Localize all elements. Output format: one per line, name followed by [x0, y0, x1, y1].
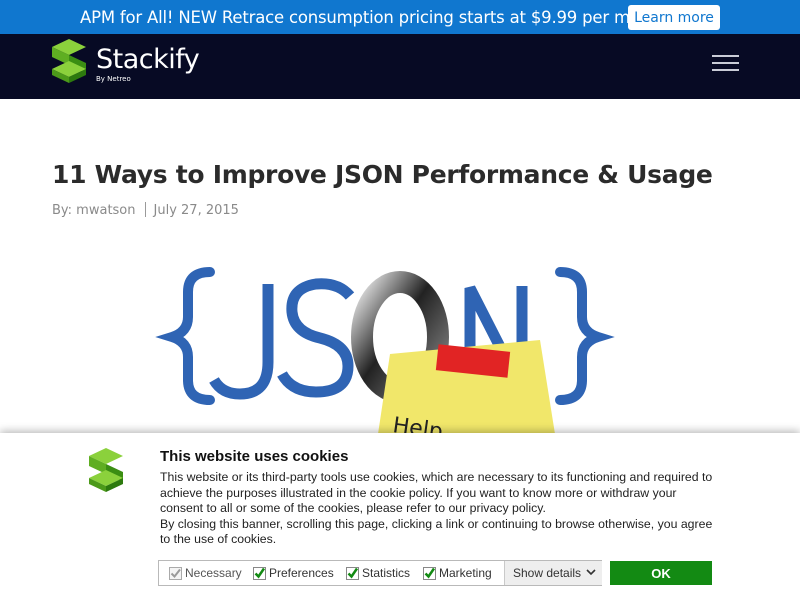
- checkbox-checked-icon: [346, 566, 359, 580]
- learn-more-button[interactable]: Learn more: [628, 5, 720, 30]
- article-title: 11 Ways to Improve JSON Performance & Us…: [52, 160, 713, 189]
- brand-name[interactable]: Stackify: [96, 44, 200, 75]
- sticky-note-icon: Help: [378, 340, 555, 434]
- necessary-checkbox: Necessary: [169, 566, 242, 580]
- cookie-body-text: This website or its third-party tools us…: [160, 470, 713, 515]
- promo-text: APM for All! NEW Retrace consumption pri…: [80, 8, 673, 27]
- cookie-title: This website uses cookies: [160, 448, 349, 465]
- cookie-body-text-2: By closing this banner, scrolling this p…: [160, 516, 713, 547]
- cookie-body: This website or its third-party tools us…: [160, 470, 720, 548]
- ok-button[interactable]: OK: [610, 561, 712, 585]
- show-details-label: Show details: [513, 566, 582, 580]
- option-label: Preferences: [269, 566, 334, 580]
- consent-options: Necessary Preferences Statistics Marketi…: [158, 560, 602, 586]
- menu-icon[interactable]: [712, 55, 739, 71]
- chevron-down-icon: [586, 569, 596, 576]
- json-hero-image: Help: [155, 267, 615, 434]
- checkbox-checked-icon: [169, 566, 182, 580]
- show-details-dropdown[interactable]: Show details: [504, 561, 602, 585]
- article-meta: By: mwatson July 27, 2015: [52, 202, 239, 218]
- option-label: Marketing: [439, 566, 492, 580]
- article-author[interactable]: By: mwatson: [52, 203, 136, 218]
- checkbox-checked-icon: [423, 566, 436, 580]
- stackify-logo-icon[interactable]: [52, 39, 86, 83]
- promo-bar: APM for All! NEW Retrace consumption pri…: [0, 0, 800, 34]
- option-label: Necessary: [185, 566, 242, 580]
- checkbox-checked-icon: [253, 566, 266, 580]
- brand-byline: By Netreo: [96, 75, 131, 83]
- cookie-banner: This website uses cookies This website o…: [0, 433, 800, 600]
- site-header: Stackify By Netreo: [0, 34, 800, 99]
- stackify-logo-icon: [89, 448, 123, 492]
- preferences-checkbox[interactable]: Preferences: [253, 566, 334, 580]
- meta-divider: [144, 202, 146, 217]
- article-date: July 27, 2015: [153, 203, 239, 218]
- statistics-checkbox[interactable]: Statistics: [346, 566, 410, 580]
- option-label: Statistics: [362, 566, 411, 580]
- marketing-checkbox[interactable]: Marketing: [423, 566, 492, 580]
